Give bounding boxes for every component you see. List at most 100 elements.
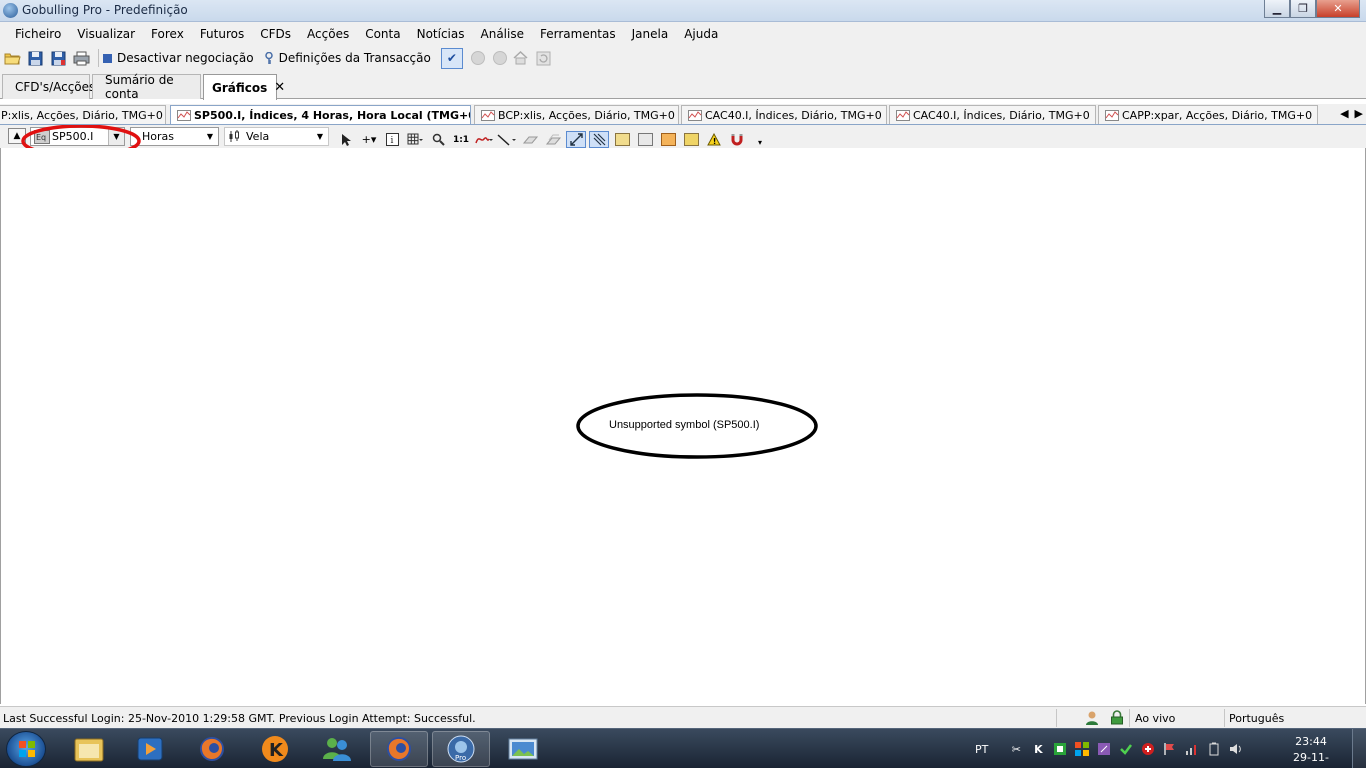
flag-tray-icon[interactable] — [1162, 741, 1178, 757]
template-3-icon[interactable] — [658, 131, 678, 148]
chart-type-select[interactable]: Vela ▼ — [224, 127, 329, 146]
volume-tray-icon[interactable] — [1228, 741, 1244, 757]
menu-ficheiro[interactable]: Ficheiro — [7, 27, 69, 41]
save-icon[interactable] — [25, 48, 45, 68]
back-icon[interactable] — [470, 51, 485, 65]
line-tool-icon[interactable] — [497, 131, 517, 148]
menu-noticias[interactable]: Notícias — [409, 27, 473, 41]
wave-icon[interactable] — [681, 131, 701, 148]
disable-trading-button[interactable]: Desactivar negociação — [103, 51, 254, 65]
input-language-indicator[interactable]: PT — [975, 743, 988, 756]
chart-tab-capp[interactable]: CAPP:xpar, Acções, Diário, TMG+0 — [1098, 105, 1318, 124]
messenger-taskbar-icon[interactable] — [308, 731, 366, 767]
forward-icon[interactable] — [492, 51, 507, 65]
chart-tab-bcp[interactable]: BCP:xlis, Acções, Diário, TMG+0 — [474, 105, 679, 124]
sync-tray-icon[interactable] — [1118, 741, 1134, 757]
eraser-icon[interactable] — [520, 131, 540, 148]
tab-cfds-accoes[interactable]: CFD's/Acções — [2, 74, 95, 99]
signal-tray-icon[interactable] — [1184, 741, 1200, 757]
template-2-icon[interactable] — [635, 131, 655, 148]
k-app-taskbar-icon[interactable]: K — [246, 731, 304, 767]
chart-icon — [481, 110, 495, 121]
transaction-settings-button[interactable]: Definições da Transacção — [264, 51, 431, 65]
menu-janela[interactable]: Janela — [624, 27, 677, 41]
chart-tab-cac40-2[interactable]: CAC40.I, Índices, Diário, TMG+0 — [889, 105, 1096, 124]
crosshair-icon[interactable]: +▾ — [359, 131, 379, 148]
user-icon[interactable] — [1084, 710, 1100, 729]
confirm-check-icon[interactable]: ✔ — [440, 47, 463, 69]
indicator-icon[interactable] — [474, 131, 494, 148]
lock-icon[interactable] — [1110, 710, 1124, 728]
period-value: Horas — [142, 130, 174, 143]
period-select[interactable]: Horas ▼ — [130, 127, 219, 146]
open-folder-icon[interactable] — [2, 48, 22, 68]
eraser-all-icon[interactable] — [543, 131, 563, 148]
firefox-taskbar-icon[interactable] — [183, 731, 241, 767]
tab-graficos[interactable]: Gráficos ✕ — [203, 74, 285, 100]
clock-time: 23:44 — [1295, 735, 1327, 748]
chart-tab[interactable]: P:xlis, Acções, Diário, TMG+0 — [0, 105, 166, 124]
one-to-one-icon[interactable]: 1:1 — [451, 131, 471, 148]
menu-conta[interactable]: Conta — [357, 27, 408, 41]
language-status[interactable]: Português — [1229, 712, 1284, 725]
home-icon[interactable] — [511, 48, 531, 68]
cursor-arrow-icon[interactable] — [336, 131, 356, 148]
chevron-down-icon[interactable]: ▼ — [202, 128, 218, 145]
battery-tray-icon[interactable] — [1206, 741, 1222, 757]
zoom-icon[interactable] — [428, 131, 448, 148]
antivirus-tray-icon[interactable] — [1140, 741, 1156, 757]
chart-toolbar: ▲ Eq SP500.I ▼ Horas ▼ Vela ▼ +▾ i 1:1 !… — [0, 125, 1366, 158]
menu-forex[interactable]: Forex — [143, 27, 192, 41]
tab-sumario-de-conta[interactable]: Sumário de conta — [92, 73, 201, 101]
close-tab-icon[interactable]: ✕ — [274, 80, 285, 95]
chart-tab-sp500[interactable]: SP500.I, Índices, 4 Horas, Hora Local (T… — [170, 105, 471, 124]
clock[interactable]: 23:44 29-11-2010 — [1280, 734, 1342, 768]
picture-viewer-taskbar-icon[interactable] — [494, 731, 552, 767]
template-icon[interactable] — [612, 131, 632, 148]
menu-visualizar[interactable]: Visualizar — [69, 27, 143, 41]
refresh-icon[interactable] — [534, 48, 554, 68]
maximize-button[interactable]: ❐ — [1290, 0, 1316, 18]
menu-ajuda[interactable]: Ajuda — [676, 27, 726, 41]
show-desktop-button[interactable] — [1352, 729, 1366, 768]
chart-tab-label: CAPP:xpar, Acções, Diário, TMG+0 — [1122, 109, 1313, 122]
k-tray-icon[interactable]: K — [1030, 741, 1046, 757]
scroll-right-icon[interactable]: ▶ — [1355, 107, 1363, 120]
gobulling-pro-taskbar-icon[interactable]: Pro — [432, 731, 490, 767]
chart-area[interactable]: Unsupported symbol (SP500.I) — [0, 148, 1366, 704]
start-button[interactable] — [6, 731, 46, 767]
menu-cfds[interactable]: CFDs — [252, 27, 299, 41]
chevron-down-icon[interactable]: ▼ — [312, 128, 328, 145]
disable-trading-label: Desactivar negociação — [117, 51, 254, 65]
menu-futuros[interactable]: Futuros — [192, 27, 252, 41]
tab-label: Gráficos — [212, 80, 268, 95]
menu-accoes[interactable]: Acções — [299, 27, 357, 41]
close-window-button[interactable]: ✕ — [1316, 0, 1360, 18]
firefox-taskbar-icon-2[interactable] — [370, 731, 428, 767]
scroll-left-icon[interactable]: ◀ — [1340, 107, 1348, 120]
magnet-icon[interactable] — [727, 131, 747, 148]
media-player-taskbar-icon[interactable] — [121, 731, 179, 767]
unsupported-symbol-message: Unsupported symbol (SP500.I) — [609, 419, 760, 431]
green-tray-icon[interactable] — [1052, 741, 1068, 757]
save-all-icon[interactable] — [48, 48, 68, 68]
connection-status: Ao vivo — [1135, 712, 1176, 725]
warning-icon[interactable]: ! — [704, 131, 724, 148]
main-toolbar: Desactivar negociação Definições da Tran… — [0, 45, 1366, 71]
menu-ferramentas[interactable]: Ferramentas — [532, 27, 624, 41]
info-icon[interactable]: i — [382, 131, 402, 148]
chart-shift-icon[interactable] — [589, 131, 609, 148]
app-logo-icon — [3, 3, 18, 18]
grid-icon[interactable] — [405, 131, 425, 148]
menu-analise[interactable]: Análise — [473, 27, 532, 41]
chart-tab-strip: P:xlis, Acções, Diário, TMG+0 SP500.I, Í… — [0, 104, 1366, 125]
tools-tray-icon[interactable]: ✂ — [1008, 741, 1024, 757]
explorer-taskbar-icon[interactable] — [60, 731, 118, 767]
autoscale-icon[interactable] — [566, 131, 586, 148]
minimize-button[interactable]: ▁ — [1264, 0, 1290, 18]
windows-tray-icon[interactable] — [1074, 741, 1090, 757]
chart-tab-label: P:xlis, Acções, Diário, TMG+0 — [1, 109, 163, 122]
print-icon[interactable] — [71, 48, 91, 68]
chart-tab-cac40[interactable]: CAC40.I, Índices, Diário, TMG+0 — [681, 105, 887, 124]
notes-tray-icon[interactable] — [1096, 741, 1112, 757]
